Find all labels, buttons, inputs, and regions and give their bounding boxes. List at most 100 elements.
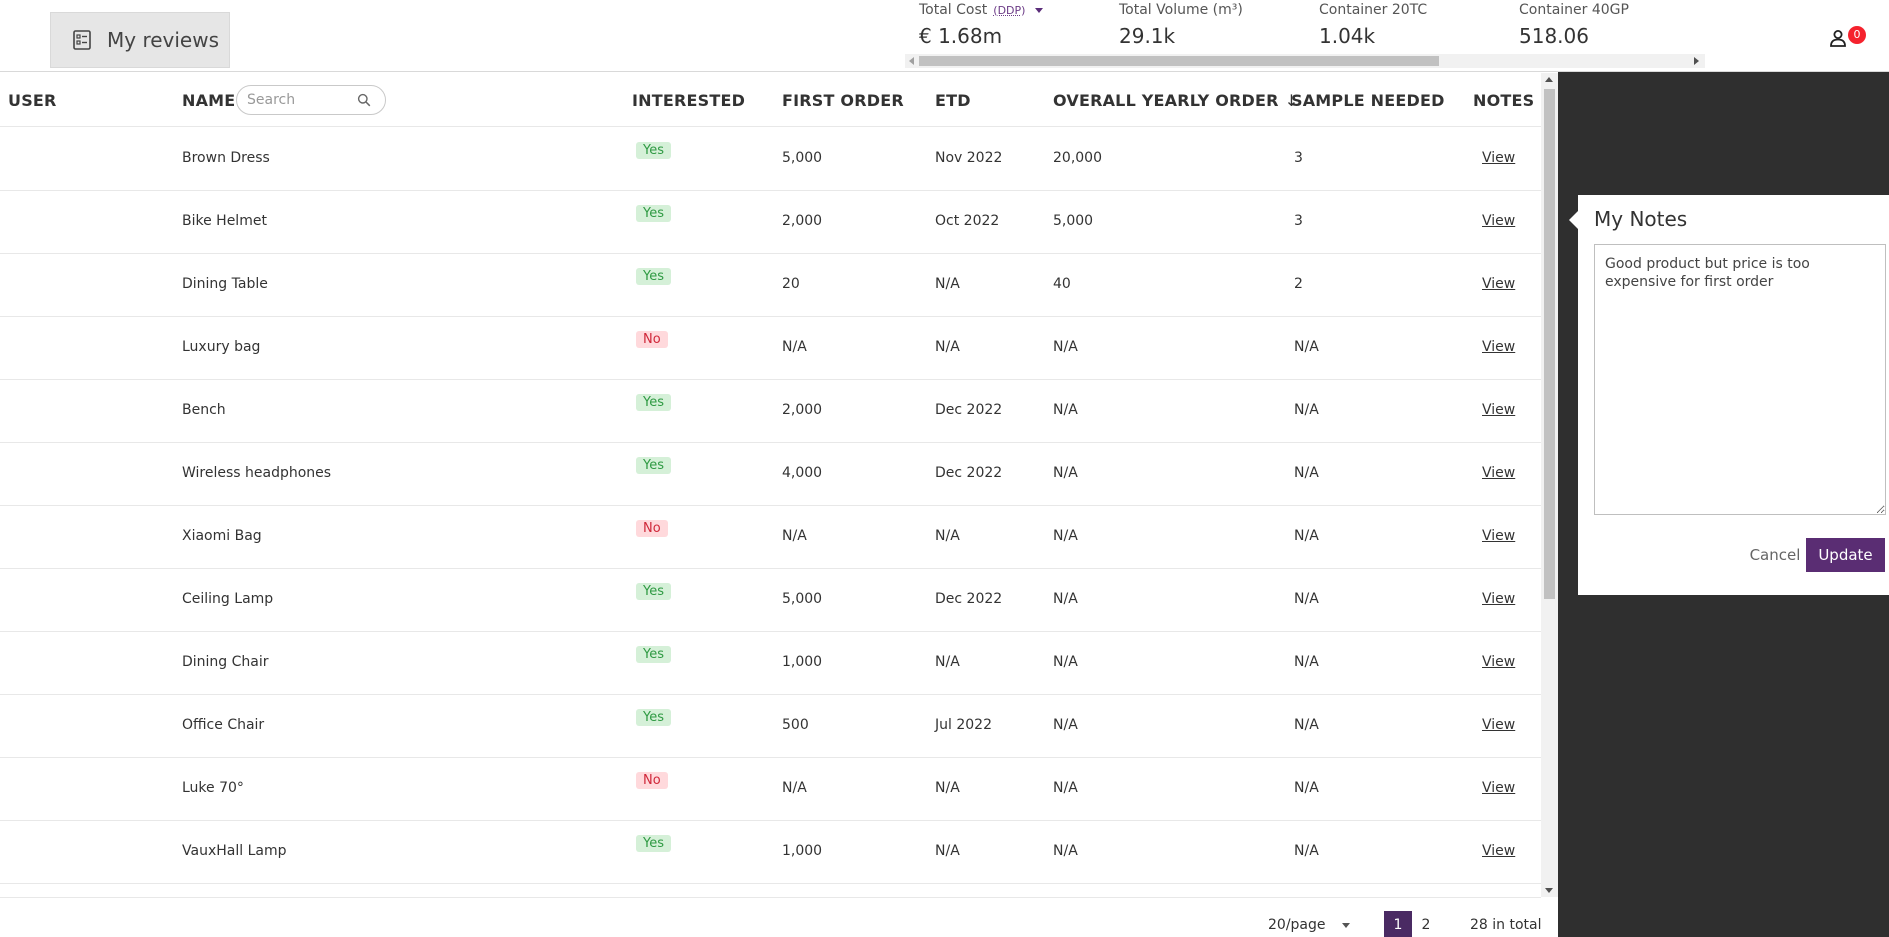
- view-notes-link[interactable]: View: [1482, 402, 1515, 418]
- cell-first-order: 500: [782, 717, 809, 733]
- table-row[interactable]: Luke 70° N/A N/A N/A N/A No View: [0, 758, 1541, 821]
- chevron-down-icon[interactable]: [1035, 7, 1044, 13]
- cell-etd: Dec 2022: [935, 591, 1003, 607]
- vertical-scrollbar[interactable]: [1541, 73, 1558, 897]
- column-header-interested[interactable]: INTERESTED: [632, 91, 745, 110]
- scroll-left-icon[interactable]: [909, 57, 914, 65]
- stat-container-20tc: Container 20TC 1.04k: [1319, 2, 1427, 48]
- cell-name: Wireless headphones: [182, 465, 332, 481]
- cell-etd: Dec 2022: [935, 402, 1003, 418]
- column-header-overall-yearly-order[interactable]: OVERALL YEARLY ORDER ↓: [1053, 91, 1298, 110]
- table-row[interactable]: Dining Chair 1,000 N/A N/A N/A Yes View: [0, 632, 1541, 695]
- cell-first-order: 1,000: [782, 843, 823, 859]
- cell-name: Luxury bag: [182, 339, 261, 355]
- table-row[interactable]: Office Chair 500 Jul 2022 N/A N/A Yes View: [0, 695, 1541, 758]
- cell-name: Dining Table: [182, 276, 268, 292]
- view-notes-link[interactable]: View: [1482, 780, 1515, 796]
- stat-total-volume-value: 29.1k: [1119, 24, 1176, 48]
- horizontal-scrollbar[interactable]: [905, 54, 1705, 68]
- interested-badge: Yes: [636, 268, 671, 285]
- cell-name: Xiaomi Bag: [182, 528, 262, 544]
- column-header-user[interactable]: USER: [8, 91, 57, 110]
- column-header-first-order[interactable]: FIRST ORDER: [782, 91, 904, 110]
- column-header-sample-needed[interactable]: SAMPLE NEEDED: [1291, 91, 1445, 110]
- cell-first-order: N/A: [782, 339, 807, 355]
- table-row[interactable]: Dining Table 20 N/A 40 2 Yes View: [0, 254, 1541, 317]
- chevron-down-icon[interactable]: [1341, 922, 1350, 928]
- page-button-1[interactable]: 1: [1384, 911, 1412, 937]
- popover-arrow: [1569, 211, 1578, 229]
- ddp-link[interactable]: (DDP): [993, 4, 1025, 17]
- cell-first-order: 5,000: [782, 150, 823, 166]
- name-search[interactable]: [236, 85, 386, 115]
- page-size-select[interactable]: 20/page: [1268, 917, 1350, 933]
- cell-name: Bike Helmet: [182, 213, 267, 229]
- cancel-button[interactable]: Cancel: [1742, 538, 1808, 572]
- cell-name: Bench: [182, 402, 226, 418]
- interested-badge: No: [636, 331, 668, 348]
- search-icon[interactable]: [357, 93, 371, 107]
- table-row[interactable]: Xiaomi Bag N/A N/A N/A N/A No View: [0, 506, 1541, 569]
- column-header-overall-yearly-order-label: OVERALL YEARLY ORDER: [1053, 91, 1279, 110]
- column-header-name[interactable]: NAME: [182, 91, 235, 110]
- scroll-right-icon[interactable]: [1694, 57, 1699, 65]
- interested-badge: Yes: [636, 394, 671, 411]
- table-body: Brown Dress 5,000 Nov 2022 20,000 3 Yes View Bi…: [0, 128, 1541, 884]
- cell-yearly: N/A: [1053, 465, 1078, 481]
- view-notes-link[interactable]: View: [1482, 213, 1515, 229]
- cell-sample: N/A: [1294, 717, 1319, 733]
- column-header-etd[interactable]: ETD: [935, 91, 971, 110]
- my-reviews-button[interactable]: My reviews: [50, 12, 230, 68]
- update-button[interactable]: Update: [1806, 538, 1885, 572]
- interested-badge: Yes: [636, 646, 671, 663]
- my-reviews-label: My reviews: [107, 28, 220, 52]
- interested-badge: No: [636, 772, 668, 789]
- table-row[interactable]: Bench 2,000 Dec 2022 N/A N/A Yes View: [0, 380, 1541, 443]
- page-button-2[interactable]: 2: [1412, 911, 1440, 937]
- view-notes-link[interactable]: View: [1482, 150, 1515, 166]
- stat-total-volume: Total Volume (m³) 29.1k: [1119, 2, 1243, 48]
- cell-yearly: N/A: [1053, 654, 1078, 670]
- stat-container-40gp: Container 40GP 518.06: [1519, 2, 1629, 48]
- cell-sample: N/A: [1294, 402, 1319, 418]
- stat-total-volume-label: Total Volume (m³): [1119, 2, 1243, 18]
- view-notes-link[interactable]: View: [1482, 654, 1515, 670]
- cell-yearly: 5,000: [1053, 213, 1094, 229]
- view-notes-link[interactable]: View: [1482, 591, 1515, 607]
- notes-textarea[interactable]: Good product but price is too expensive …: [1594, 244, 1886, 515]
- view-notes-link[interactable]: View: [1482, 528, 1515, 544]
- notes-popover: My Notes Good product but price is too e…: [1569, 195, 1889, 595]
- table-row[interactable]: Luxury bag N/A N/A N/A N/A No View: [0, 317, 1541, 380]
- horizontal-scroll-thumb[interactable]: [919, 56, 1439, 66]
- table-row[interactable]: Wireless headphones 4,000 Dec 2022 N/A N/A Ye…: [0, 443, 1541, 506]
- cell-etd: N/A: [935, 528, 960, 544]
- cell-sample: 2: [1294, 276, 1303, 292]
- stat-container-20tc-value: 1.04k: [1319, 24, 1376, 48]
- table-row[interactable]: Bike Helmet 2,000 Oct 2022 5,000 3 Yes View: [0, 191, 1541, 254]
- scroll-up-icon[interactable]: [1545, 77, 1553, 82]
- view-notes-link[interactable]: View: [1482, 339, 1515, 355]
- table-row[interactable]: Ceiling Lamp 5,000 Dec 2022 N/A N/A Yes View: [0, 569, 1541, 632]
- cell-yearly: N/A: [1053, 591, 1078, 607]
- view-notes-link[interactable]: View: [1482, 717, 1515, 733]
- search-input[interactable]: [247, 92, 357, 108]
- cell-yearly: 40: [1053, 276, 1071, 292]
- cell-name: Luke 70°: [182, 780, 244, 796]
- vertical-scroll-thumb[interactable]: [1544, 89, 1555, 599]
- interested-badge: Yes: [636, 709, 671, 726]
- cell-yearly: N/A: [1053, 528, 1078, 544]
- table-row[interactable]: Brown Dress 5,000 Nov 2022 20,000 3 Yes View: [0, 128, 1541, 191]
- cell-name: Ceiling Lamp: [182, 591, 274, 607]
- page-size-label: 20/page: [1268, 917, 1326, 933]
- table-row[interactable]: VauxHall Lamp 1,000 N/A N/A N/A Yes View: [0, 821, 1541, 884]
- interested-badge: Yes: [636, 457, 671, 474]
- cell-etd: Nov 2022: [935, 150, 1003, 166]
- scroll-down-icon[interactable]: [1545, 888, 1553, 893]
- view-notes-link[interactable]: View: [1482, 276, 1515, 292]
- cell-name: Brown Dress: [182, 150, 270, 166]
- cell-etd: N/A: [935, 339, 960, 355]
- view-notes-link[interactable]: View: [1482, 465, 1515, 481]
- cell-sample: N/A: [1294, 654, 1319, 670]
- user-menu-button[interactable]: [1828, 28, 1850, 50]
- view-notes-link[interactable]: View: [1482, 843, 1515, 859]
